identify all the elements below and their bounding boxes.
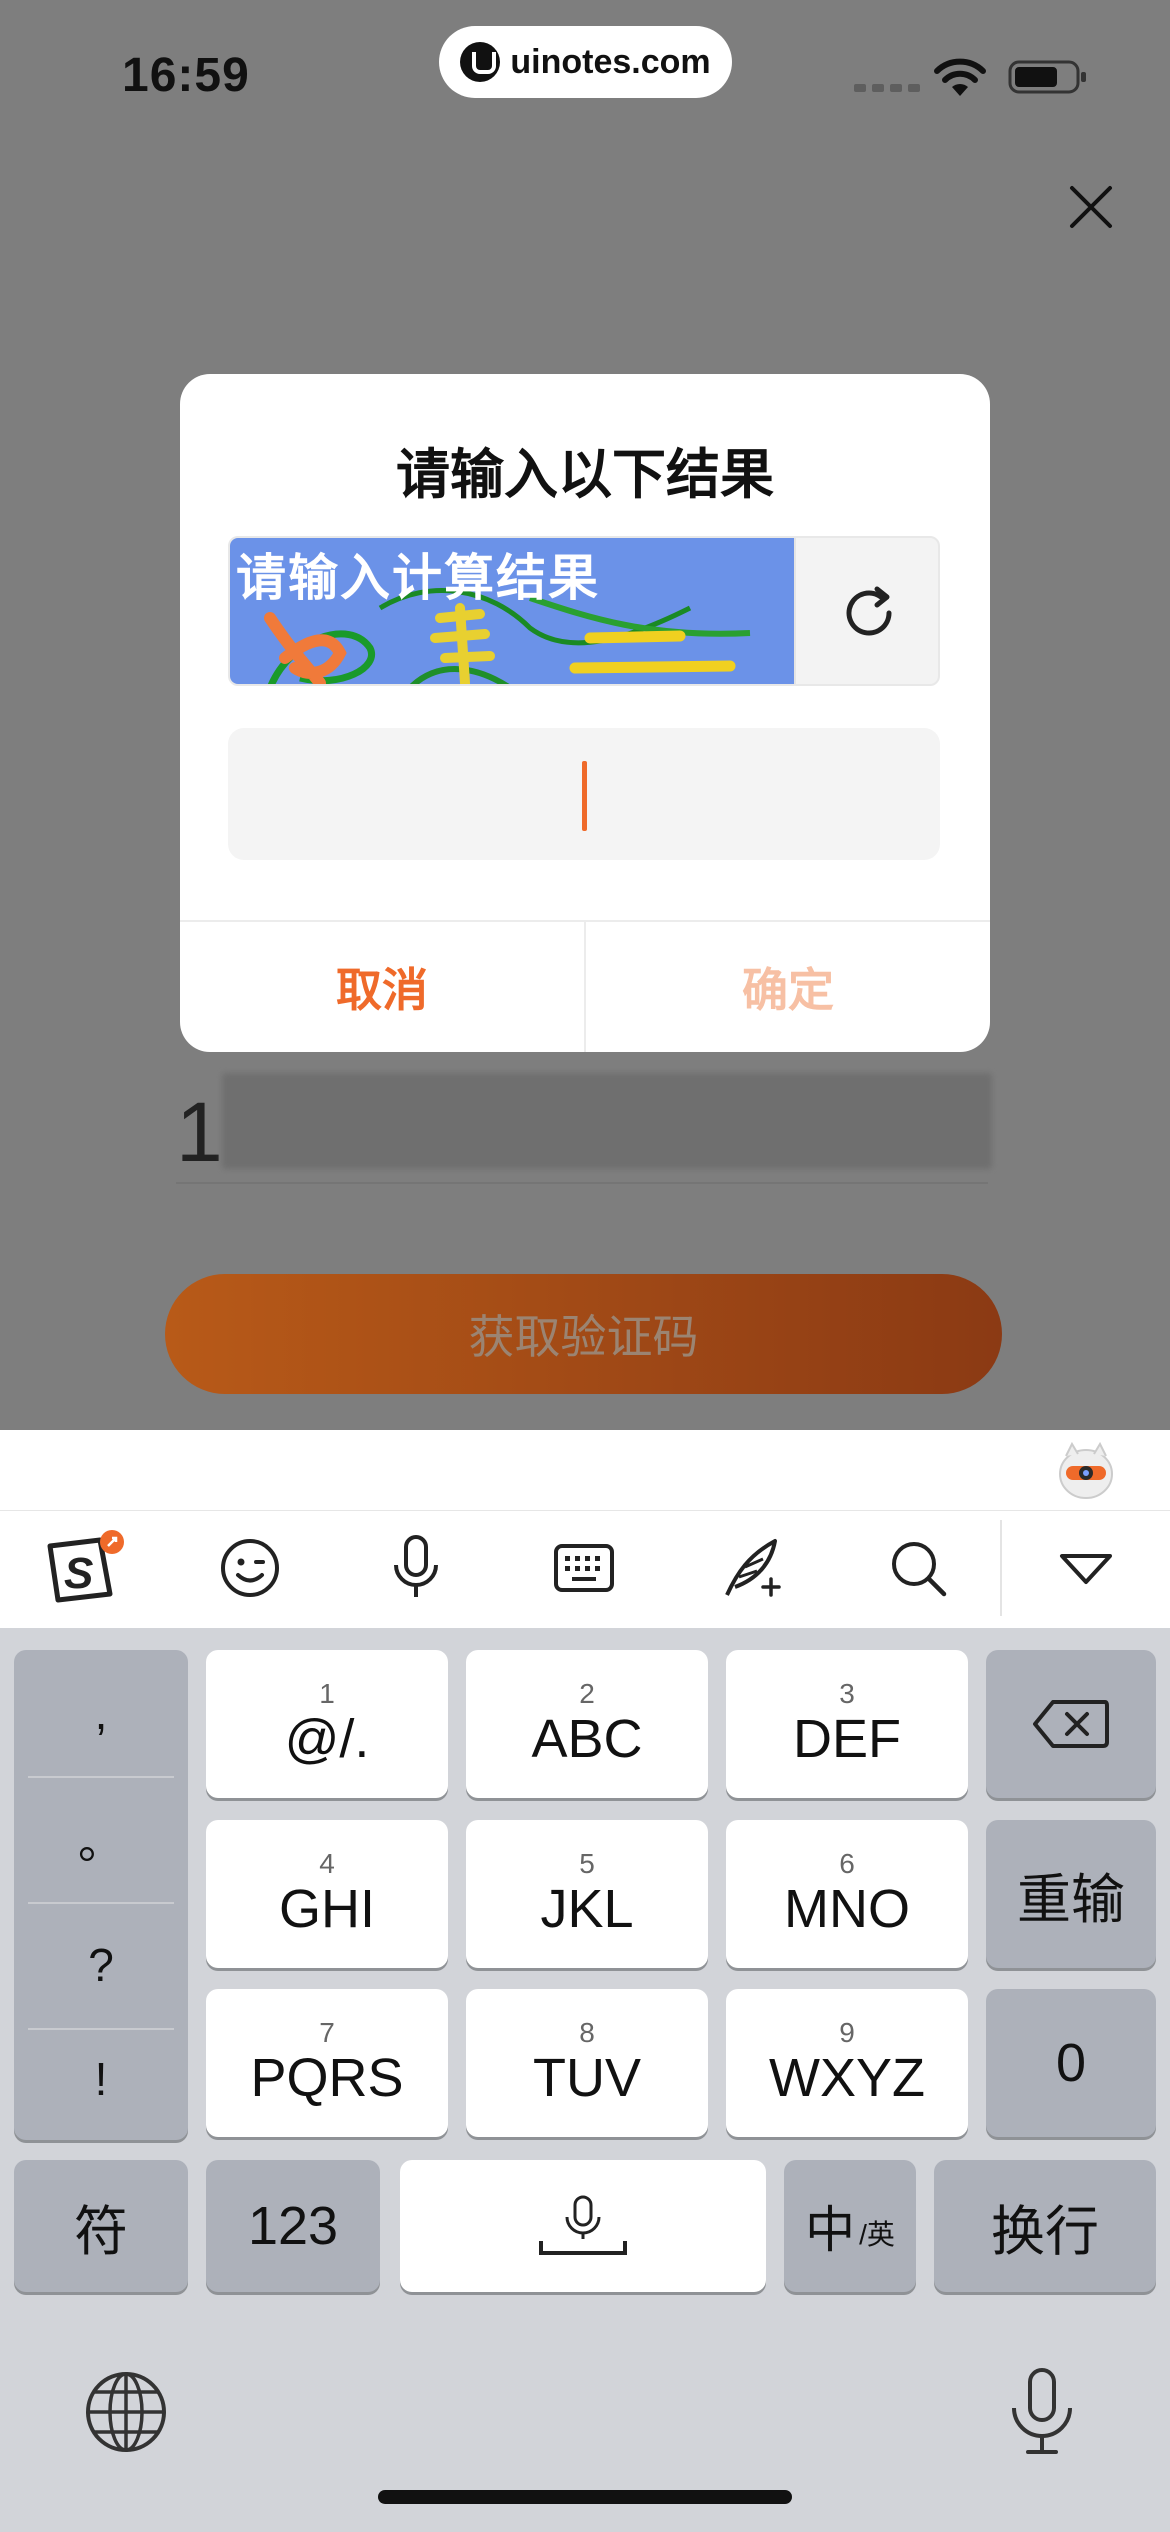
key-8[interactable]: 8 TUV [466, 1989, 708, 2137]
punct-question-key[interactable]: ? [14, 1902, 188, 2028]
key-4[interactable]: 4 GHI [206, 1820, 448, 1968]
hide-keyboard-icon[interactable] [1044, 1526, 1128, 1610]
chinese-english-toggle-key[interactable]: 中 /英 [784, 2160, 916, 2292]
captcha-image: 请输入计算结果 [230, 538, 794, 684]
dialog-actions: 取消 确定 [180, 920, 990, 1052]
keyboard-candidate-bar [0, 1430, 1170, 1510]
handwriting-icon[interactable] [710, 1526, 794, 1610]
key-7[interactable]: 7 PQRS [206, 1989, 448, 2137]
phone-prefix: 1 [176, 1085, 223, 1179]
phone-number-redacted [222, 1073, 992, 1169]
sogou-logo-icon[interactable]: S [40, 1526, 124, 1610]
globe-icon[interactable] [84, 2370, 168, 2454]
phone-input-row[interactable]: 1 [176, 1072, 992, 1184]
space-key[interactable] [400, 2160, 766, 2292]
punct-exclaim-key[interactable]: ! [14, 2016, 188, 2142]
confirm-button[interactable]: 确定 [586, 922, 990, 1052]
key-9[interactable]: 9 WXYZ [726, 1989, 968, 2137]
newline-key[interactable]: 换行 [934, 2160, 1156, 2292]
key-5[interactable]: 5 JKL [466, 1820, 708, 1968]
number-mode-key[interactable]: 123 [206, 2160, 380, 2292]
reenter-key[interactable]: 重输 [986, 1820, 1156, 1968]
key-6[interactable]: 6 MNO [726, 1820, 968, 1968]
key-3[interactable]: 3 DEF [726, 1650, 968, 1798]
emoji-icon[interactable] [208, 1526, 292, 1610]
cancel-button[interactable]: 取消 [180, 922, 586, 1052]
voice-input-icon[interactable] [374, 1526, 458, 1610]
key-1[interactable]: 1 @/. [206, 1650, 448, 1798]
cellular-signal-icon [854, 84, 920, 92]
punct-comma-key[interactable]: , [14, 1650, 188, 1776]
status-time: 16:59 [122, 49, 250, 102]
svg-text:S: S [64, 1549, 93, 1598]
search-icon[interactable] [876, 1526, 960, 1610]
key-2[interactable]: 2 ABC [466, 1650, 708, 1798]
backspace-key[interactable] [986, 1650, 1156, 1798]
url-text: uinotes.com [510, 42, 711, 81]
refresh-captcha-button[interactable] [794, 538, 938, 684]
get-code-button[interactable]: 获取验证码 [165, 1274, 1002, 1394]
captcha-box: 请输入计算结果 [228, 536, 940, 686]
space-mic-icon [539, 2195, 627, 2255]
home-indicator [378, 2490, 792, 2504]
site-logo-icon [460, 42, 501, 82]
dialog-title: 请输入以下结果 [396, 445, 774, 505]
toolbar-divider [1000, 1520, 1002, 1616]
punct-period-key[interactable]: 。 [14, 1776, 188, 1902]
punctuation-column[interactable]: , 。 ? ! [14, 1650, 188, 2140]
captcha-dialog: 请输入以下结果 请输入计算结果 取消 确定 [180, 374, 990, 1052]
close-icon[interactable] [1066, 182, 1116, 232]
mascot-icon[interactable] [1054, 1438, 1118, 1502]
refresh-icon [846, 586, 892, 636]
keyboard-layout-icon[interactable] [542, 1526, 626, 1610]
symbol-key[interactable]: 符 [14, 2160, 188, 2292]
dictation-mic-icon[interactable] [1004, 2364, 1080, 2460]
backspace-icon [1033, 1700, 1109, 1748]
url-pill: uinotes.com [439, 26, 732, 98]
text-caret [582, 761, 587, 831]
battery-icon [1008, 60, 1086, 94]
captcha-text: 请输入计算结果 [236, 550, 600, 606]
wifi-icon [934, 58, 986, 96]
key-0[interactable]: 0 [986, 1989, 1156, 2137]
